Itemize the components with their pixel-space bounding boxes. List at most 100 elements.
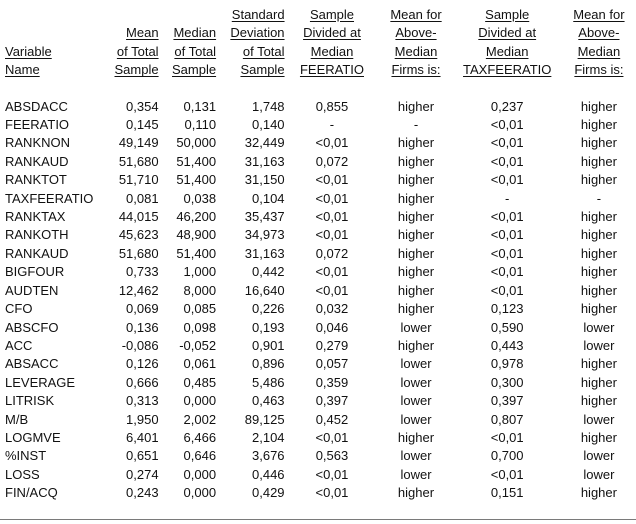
cell-taxfeeratio-direction: higher [580, 393, 617, 409]
cell-feeratio-direction: lower [400, 319, 432, 335]
column-header-feeratio-direction: Mean for Above- Median Firms is: [379, 6, 452, 80]
cell-mean-total: 49,149 [118, 135, 159, 151]
column-header-taxfeeratio-direction: Mean for Above- Median Firms is: [562, 6, 636, 80]
cell-feeratio-split: 0,855 [315, 98, 349, 114]
cell-variable-name: %INST [5, 448, 47, 464]
cell-median-total: 0,131 [183, 98, 217, 114]
cell-mean-total: 0,126 [126, 356, 159, 372]
cell-mean-total: -0,086 [121, 337, 159, 353]
cell-variable-name: AUDTEN [5, 282, 59, 298]
cell-feeratio-split: 0,072 [315, 245, 349, 261]
cell-sd-total: 31,163 [244, 153, 285, 169]
cell-median-total: 0,110 [184, 117, 217, 133]
table-row: ABSCFO 0,136 0,098 0,193 0,046 lower 0,590 lowe… [5, 319, 636, 337]
column-header-line: Name [5, 62, 40, 78]
column-header-line: Firms is: [574, 62, 624, 78]
cell-feeratio-direction: higher [397, 337, 435, 353]
cell-taxfeeratio-split: <0,01 [490, 282, 524, 298]
cell-taxfeeratio-direction: higher [580, 172, 617, 188]
cell-feeratio-direction: lower [400, 466, 432, 482]
column-header-line: Median [173, 25, 217, 41]
cell-variable-name: LOGMVE [5, 429, 61, 445]
cell-sd-total: 34,973 [244, 227, 285, 243]
cell-taxfeeratio-direction: higher [580, 227, 617, 243]
cell-median-total: 0,085 [183, 301, 217, 317]
cell-mean-total: 45,623 [118, 227, 159, 243]
column-header-line [5, 24, 93, 42]
cell-mean-total: 6,401 [126, 429, 159, 445]
cell-mean-total: 0,243 [126, 485, 159, 501]
cell-taxfeeratio-direction: higher [580, 356, 617, 372]
column-header-line: Variable [5, 43, 52, 59]
column-header-line: Sample [309, 7, 355, 22]
column-header-line: Mean for [390, 7, 442, 22]
cell-feeratio-direction: lower [400, 393, 432, 409]
cell-sd-total: 35,437 [244, 209, 285, 225]
table-row: M/B 1,950 2,002 89,125 0,452 lower 0,807 lower [5, 411, 636, 429]
cell-mean-total: 12,462 [118, 282, 159, 298]
cell-taxfeeratio-direction: higher [580, 98, 617, 114]
cell-feeratio-split: <0,01 [315, 172, 349, 188]
cell-variable-name: ACC [5, 337, 33, 353]
cell-feeratio-direction: higher [397, 301, 435, 317]
cell-median-total: 0,000 [183, 485, 217, 501]
cell-median-total: 50,000 [176, 135, 217, 151]
cell-taxfeeratio-direction: higher [580, 301, 617, 317]
cell-feeratio-split: <0,01 [315, 135, 349, 151]
cell-variable-name: LOSS [5, 466, 40, 482]
cell-median-total: 46,200 [176, 209, 217, 225]
column-header-median-total: Median of Total Sample [159, 6, 217, 80]
cell-mean-total: 0,136 [126, 319, 159, 335]
cell-feeratio-direction: higher [397, 245, 435, 261]
descriptive-statistics-table: Variable Name Mean of Total Sample Median of… [5, 6, 636, 503]
cell-median-total: 51,400 [176, 172, 217, 188]
table-row: BIGFOUR 0,733 1,000 0,442 <0,01 higher <0,01 hi… [5, 263, 636, 281]
cell-taxfeeratio-split: 0,443 [490, 337, 524, 353]
column-header-line: Sample [114, 62, 159, 78]
table-row: TAXFEERATIO 0,081 0,038 0,104 <0,01 higher - - [5, 190, 636, 208]
cell-taxfeeratio-direction: higher [580, 117, 617, 133]
cell-taxfeeratio-split: <0,01 [490, 172, 524, 188]
cell-variable-name: LEVERAGE [5, 374, 76, 390]
cell-mean-total: 0,145 [126, 117, 159, 133]
cell-taxfeeratio-direction: higher [580, 135, 617, 151]
column-header-line [5, 6, 93, 24]
cell-variable-name: RANKTOT [5, 172, 67, 188]
cell-mean-total: 0,313 [126, 393, 159, 409]
cell-sd-total: 5,486 [252, 374, 285, 390]
cell-feeratio-split: <0,01 [315, 190, 349, 206]
cell-feeratio-direction: - [413, 117, 419, 133]
column-header-line: Median [310, 43, 354, 59]
cell-sd-total: 0,429 [252, 485, 285, 501]
cell-feeratio-split: <0,01 [315, 227, 349, 243]
cell-feeratio-split: 0,032 [315, 301, 349, 317]
cell-taxfeeratio-split: 0,700 [490, 448, 524, 464]
table-row: FEERATIO 0,145 0,110 0,140 - - <0,01 higher [5, 116, 636, 134]
cell-mean-total: 51,680 [118, 153, 159, 169]
cell-taxfeeratio-direction: higher [580, 264, 617, 280]
column-header-line: Standard [231, 7, 285, 22]
cell-mean-total: 0,354 [126, 98, 159, 114]
cell-median-total: 0,098 [183, 319, 217, 335]
table-row: AUDTEN 12,462 8,000 16,640 <0,01 higher <0,01 h… [5, 282, 636, 300]
cell-feeratio-split: <0,01 [315, 264, 349, 280]
cell-taxfeeratio-direction: lower [583, 319, 615, 335]
cell-feeratio-split: 0,452 [315, 411, 349, 427]
table-row: RANKTOT 51,710 51,400 31,150 <0,01 higher <0,0… [5, 171, 636, 189]
cell-feeratio-split: <0,01 [315, 209, 349, 225]
cell-variable-name: RANKOTH [5, 227, 69, 243]
table-body: ABSDACC 0,354 0,131 1,748 0,855 higher 0,237 hi… [5, 80, 636, 503]
cell-sd-total: 89,125 [244, 411, 285, 427]
cell-taxfeeratio-direction: higher [580, 245, 617, 261]
cell-feeratio-direction: higher [397, 172, 435, 188]
column-header-line [93, 6, 158, 24]
cell-feeratio-direction: lower [400, 448, 432, 464]
cell-median-total: 48,900 [176, 227, 217, 243]
cell-variable-name: ABSACC [5, 356, 59, 372]
table-row: RANKNON 49,149 50,000 32,449 <0,01 higher <0,0… [5, 134, 636, 152]
column-header-line: TAXFEERATIO [463, 62, 552, 78]
cell-median-total: 6,466 [183, 429, 217, 445]
cell-variable-name: CFO [5, 301, 33, 317]
cell-sd-total: 0,896 [252, 356, 285, 372]
cell-feeratio-direction: higher [397, 264, 435, 280]
